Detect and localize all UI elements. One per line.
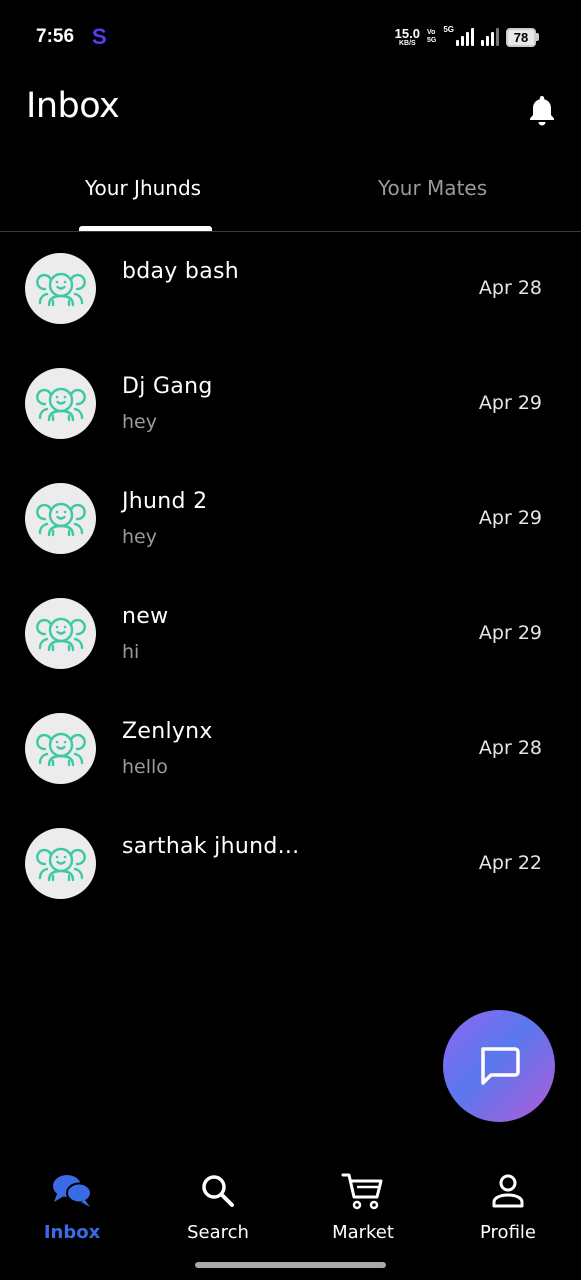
nav-search[interactable]: Search <box>158 1160 278 1250</box>
home-indicator <box>195 1262 386 1268</box>
chat-date: Apr 29 <box>478 507 542 529</box>
tab-your-jhunds[interactable]: Your Jhunds <box>85 176 201 200</box>
cart-icon <box>341 1168 385 1214</box>
battery-icon: 78 <box>506 27 539 47</box>
chat-last-message: hey <box>122 411 157 433</box>
chat-name: sarthak jhund... <box>122 834 300 859</box>
chat-item-zenlynx[interactable]: Zenlynx hello Apr 28 <box>0 713 581 823</box>
group-avatar-icon <box>25 368 96 439</box>
nav-inbox[interactable]: Inbox <box>12 1160 132 1250</box>
nav-profile[interactable]: Profile <box>448 1160 568 1250</box>
person-icon <box>490 1168 526 1214</box>
signal-icon-secondary <box>481 28 499 46</box>
chat-name: new <box>122 604 169 629</box>
group-avatar-icon <box>25 713 96 784</box>
bottom-navigation: Inbox Search Market Profile <box>0 1160 581 1260</box>
inbox-tabs: Your Jhunds Your Mates <box>0 160 581 232</box>
chat-last-message: hi <box>122 641 140 663</box>
chat-item-new[interactable]: new hi Apr 29 <box>0 598 581 708</box>
search-icon <box>200 1168 236 1214</box>
volte-icon: Vo 5G <box>427 29 436 44</box>
chat-name: bday bash <box>122 259 239 284</box>
chat-item-bday-bash[interactable]: bday bash Apr 28 <box>0 253 581 363</box>
signal-icon <box>456 28 474 46</box>
chat-name: Zenlynx <box>122 719 213 744</box>
group-avatar-icon <box>25 253 96 324</box>
chat-last-message: hello <box>122 756 168 778</box>
tabs-divider <box>0 231 581 232</box>
new-chat-button[interactable] <box>443 1010 555 1122</box>
chat-date: Apr 28 <box>478 737 542 759</box>
group-avatar-icon <box>25 828 96 899</box>
network-speed: 15.0 KB/S <box>395 27 420 47</box>
network-speed-unit: KB/S <box>398 40 416 47</box>
chat-date: Apr 29 <box>478 392 542 414</box>
volte-bottom: 5G <box>426 37 437 44</box>
status-time: 7:56 <box>36 26 75 47</box>
chat-date: Apr 29 <box>478 622 542 644</box>
chat-item-dj-gang[interactable]: Dj Gang hey Apr 29 <box>0 368 581 478</box>
group-avatar-icon <box>25 598 96 669</box>
nav-market-label: Market <box>332 1222 394 1243</box>
nav-market[interactable]: Market <box>303 1160 423 1250</box>
five-g-label: 5G <box>443 25 454 34</box>
chat-date: Apr 28 <box>478 277 542 299</box>
chat-bubble-icon <box>481 1047 520 1085</box>
nav-profile-label: Profile <box>480 1222 536 1243</box>
page-title: Inbox <box>26 86 120 126</box>
network-speed-value: 15.0 <box>394 26 420 41</box>
status-indicators: 15.0 KB/S Vo 5G 5G 78 <box>395 25 539 49</box>
group-avatar-icon <box>25 483 96 554</box>
status-bar: 7:56 S 15.0 KB/S Vo 5G 5G 78 <box>0 0 581 76</box>
chat-date: Apr 22 <box>478 852 542 874</box>
nav-inbox-label: Inbox <box>43 1222 101 1243</box>
nav-search-label: Search <box>187 1222 249 1243</box>
bell-icon[interactable] <box>528 94 556 126</box>
chat-item-jhund-2[interactable]: Jhund 2 hey Apr 29 <box>0 483 581 593</box>
chat-name: Dj Gang <box>122 374 213 399</box>
battery-level: 78 <box>506 27 536 47</box>
app-notification-icon: S <box>92 24 107 49</box>
volte-top: Vo <box>426 29 436 37</box>
chat-last-message: hey <box>122 526 157 548</box>
tab-your-mates[interactable]: Your Mates <box>378 176 487 200</box>
chat-name: Jhund 2 <box>122 489 208 514</box>
chat-item-sarthak-jhund[interactable]: sarthak jhund... Apr 22 <box>0 828 581 938</box>
chat-bubbles-icon <box>51 1168 93 1214</box>
